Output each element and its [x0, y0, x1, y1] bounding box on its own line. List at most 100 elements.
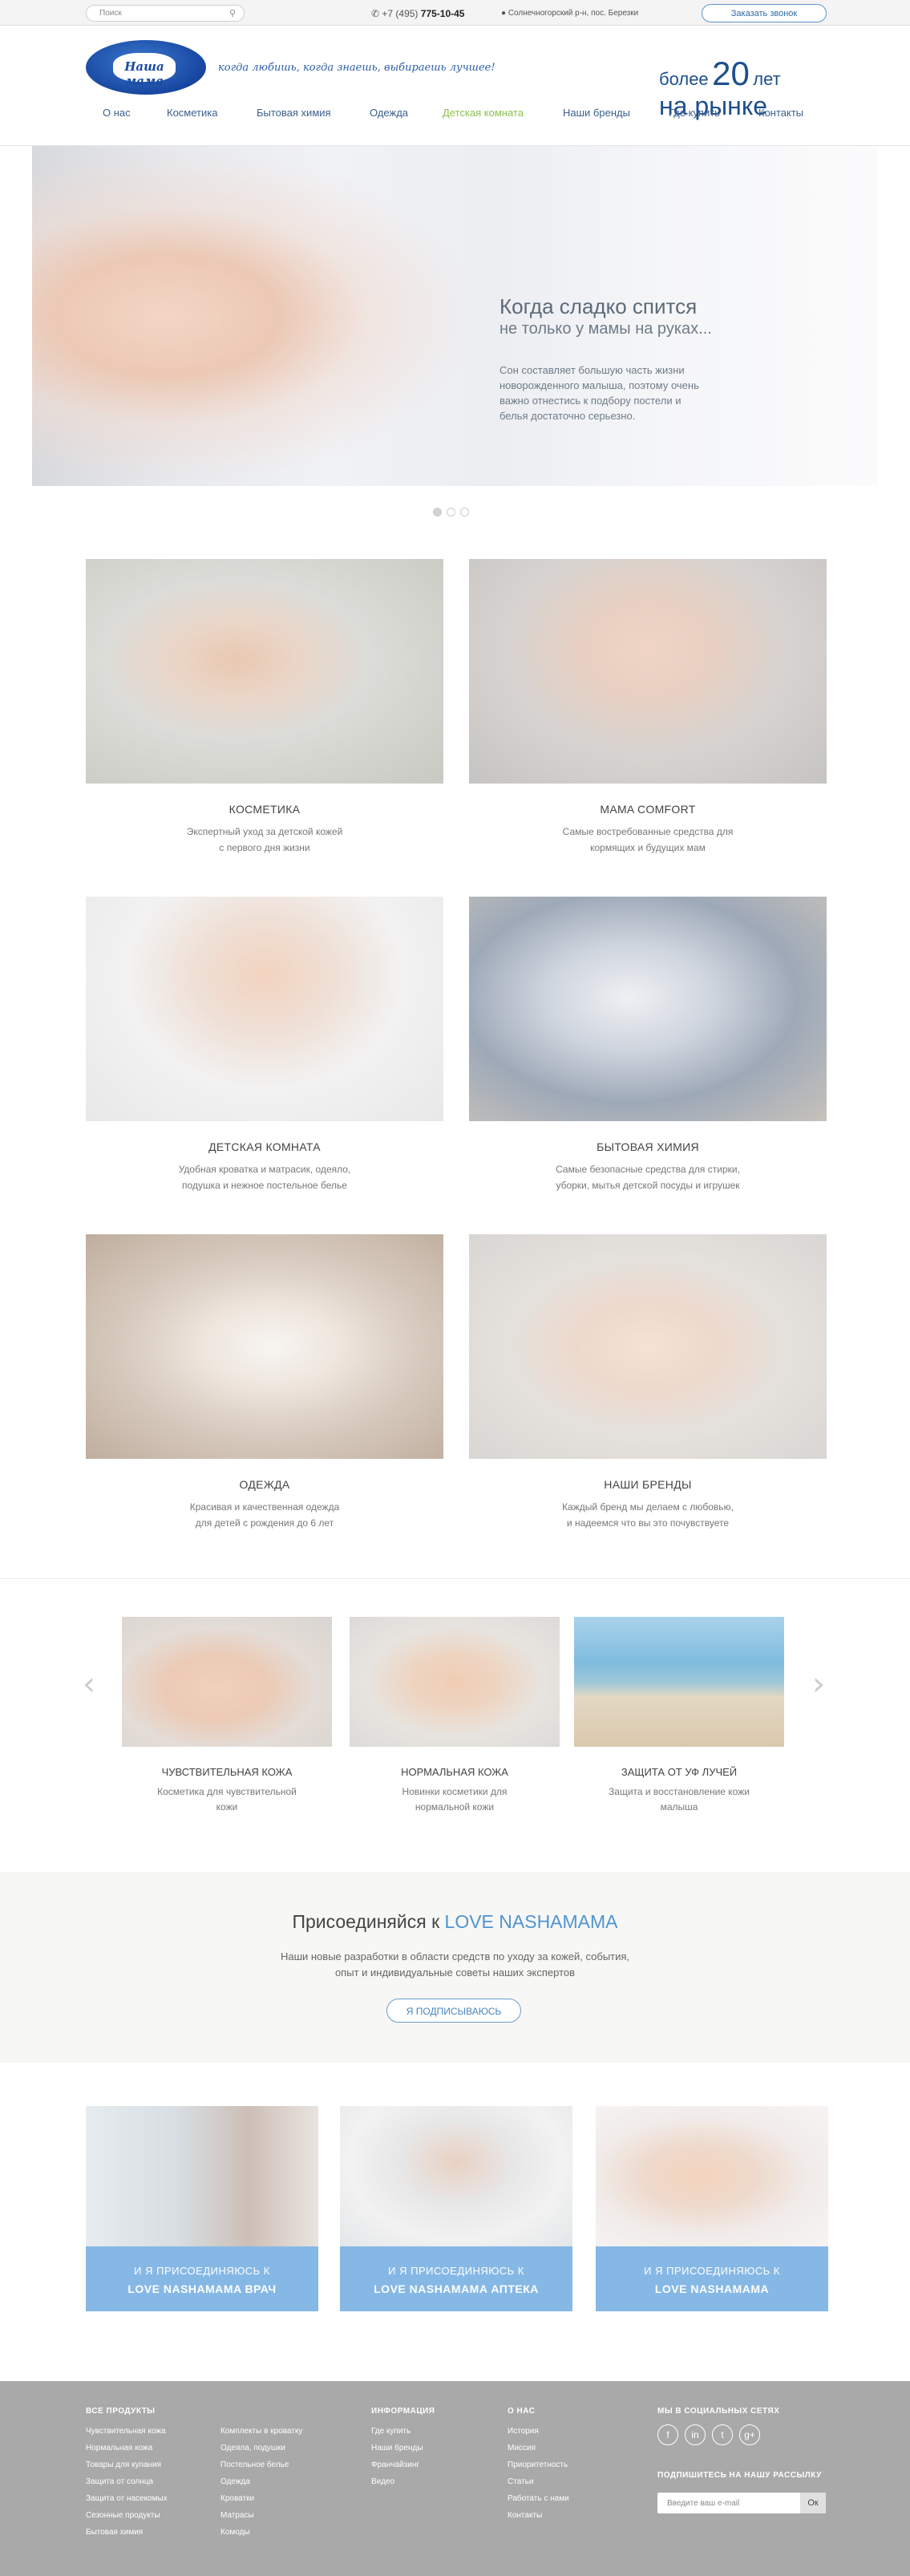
footer-link[interactable]: Контакты	[508, 2507, 569, 2524]
program-card-pharmacy[interactable]: И Я ПРИСОЕДИНЯЮСЬ К LOVE NASHAMAMA АПТЕКА	[340, 2106, 572, 2311]
category-card[interactable]: КОСМЕТИКА Экспертный уход за детской кож…	[86, 559, 443, 856]
footer-info-list: Где купить Наши бренды Франчайзинг Видео	[371, 2423, 423, 2490]
category-image	[469, 897, 827, 1121]
category-desc: Каждый бренд мы делаем с любовью, и надее…	[562, 1501, 734, 1529]
footer: ВСЕ ПРОДУКТЫ Чувствительная кожа Нормаль…	[0, 2381, 910, 2576]
join-text: Наши новые разработки в области средств …	[280, 1950, 630, 1979]
hero-banner[interactable]: Когда сладко спится не только у мамы на …	[32, 146, 877, 486]
nav-household[interactable]: Бытовая химия	[257, 107, 331, 119]
footer-subscribe-title: ПОДПИШИТЕСЬ НА НАШУ РАССЫЛКУ	[657, 2471, 822, 2480]
phone-prefix: +7 (495)	[382, 8, 421, 19]
footer-link[interactable]: Наши бренды	[371, 2440, 423, 2457]
subscribe-button[interactable]: Я ПОДПИСЫВАЮСЬ	[386, 1999, 521, 2023]
footer-link[interactable]: Комоды	[220, 2524, 302, 2541]
footer-link[interactable]: Чувствительная кожа	[86, 2423, 168, 2440]
nav-contacts[interactable]: Контакты	[758, 107, 803, 119]
category-card[interactable]: MAMA COMFORT Самые востребованные средст…	[469, 559, 827, 856]
footer-link[interactable]: Франчайзинг	[371, 2457, 423, 2473]
google-plus-icon[interactable]: g+	[739, 2424, 760, 2445]
nav-kids-room[interactable]: Детская комната	[443, 107, 524, 119]
footer-link[interactable]: Где купить	[371, 2423, 423, 2440]
footer-link[interactable]: Нормальная кожа	[86, 2440, 168, 2457]
carousel-item[interactable]: ЗАЩИТА ОТ УФ ЛУЧЕЙ Защита и восстановлен…	[574, 1617, 784, 1815]
category-desc: Красивая и качественная одежда для детей …	[189, 1501, 340, 1529]
carousel-item[interactable]: ЧУВСТВИТЕЛЬНАЯ КОЖА Косметика для чувств…	[122, 1617, 332, 1815]
years-prefix: более	[659, 69, 709, 89]
footer-products-list: Чувствительная кожа Нормальная кожа Това…	[86, 2423, 168, 2541]
phone-number: 775-10-45	[420, 8, 465, 19]
footer-link[interactable]: История	[508, 2423, 569, 2440]
carousel-image	[122, 1617, 332, 1747]
facebook-icon[interactable]: f	[657, 2424, 678, 2445]
carousel-item[interactable]: НОРМАЛЬНАЯ КОЖА Новинки косметики для но…	[350, 1617, 560, 1815]
category-card[interactable]: БЫТОВАЯ ХИМИЯ Самые безопасные средства …	[469, 897, 827, 1193]
footer-link[interactable]: Сезонные продукты	[86, 2507, 168, 2524]
footer-link[interactable]: Одежда	[220, 2473, 302, 2490]
footer-link[interactable]: Миссия	[508, 2440, 569, 2457]
slider-dot[interactable]	[447, 508, 455, 516]
carousel-next-icon[interactable]: ›	[812, 1666, 825, 1703]
category-card[interactable]: ОДЕЖДА Красивая и качественная одежда для…	[86, 1234, 443, 1531]
hero-image	[32, 146, 481, 486]
nav-brands[interactable]: Наши бренды	[563, 107, 630, 119]
footer-link[interactable]: Постельное белье	[220, 2457, 302, 2473]
hero-title: Когда сладко спится	[499, 294, 698, 318]
program-band: И Я ПРИСОЕДИНЯЮСЬ К LOVE NASHAMAMA	[596, 2246, 828, 2311]
category-card[interactable]: ДЕТСКАЯ КОМНАТА Удобная кроватка и матра…	[86, 897, 443, 1193]
footer-link[interactable]: Бытовая химия	[86, 2524, 168, 2541]
phone: ✆ +7 (495) 775-10-45	[371, 8, 464, 19]
footer-link[interactable]: Работать с нами	[508, 2490, 569, 2507]
order-call-button[interactable]: Заказать звонок	[702, 4, 827, 22]
category-title: ДЕТСКАЯ КОМНАТА	[208, 1140, 321, 1153]
footer-link[interactable]: Приоритетность	[508, 2457, 569, 2473]
carousel-text: Защита и восстановление кожи малыша	[609, 1786, 750, 1813]
carousel-text: Косметика для чувствительной кожи	[157, 1786, 297, 1813]
slider-dot[interactable]	[460, 508, 469, 516]
program-card-general[interactable]: И Я ПРИСОЕДИНЯЮСЬ К LOVE NASHAMAMA	[596, 2106, 828, 2311]
logo[interactable]: Наша мама	[86, 40, 206, 95]
address-text: Солнечногорский р-н, пос. Березки	[508, 9, 639, 18]
footer-link[interactable]: Комплекты в кроватку	[220, 2423, 302, 2440]
nav-about[interactable]: О нас	[103, 107, 131, 119]
footer-link[interactable]: Видео	[371, 2473, 423, 2490]
instagram-icon[interactable]: in	[685, 2424, 706, 2445]
address: ● Солнечногорский р-н, пос. Березки	[501, 9, 638, 18]
footer-link[interactable]: Одеяла, подушки	[220, 2440, 302, 2457]
twitter-icon[interactable]: t	[712, 2424, 733, 2445]
category-image	[86, 897, 443, 1121]
header: Наша мама когда любишь, когда знаешь, вы…	[0, 26, 910, 146]
category-title: MAMA COMFORT	[600, 803, 696, 816]
carousel-text: Новинки косметики для нормальной кожи	[402, 1786, 508, 1813]
footer-info-title: ИНФОРМАЦИЯ	[371, 2407, 435, 2416]
program-card-doctor[interactable]: И Я ПРИСОЕДИНЯЮСЬ К LOVE NASHAMAMA ВРАЧ	[86, 2106, 318, 2311]
footer-link[interactable]: Защита от солнца	[86, 2473, 168, 2490]
divider	[0, 1578, 910, 1579]
nav-where-to-buy[interactable]: Где купить	[669, 107, 720, 119]
category-title: ОДЕЖДА	[239, 1478, 290, 1491]
category-title: НАШИ БРЕНДЫ	[604, 1478, 692, 1491]
footer-link[interactable]: Кроватки	[220, 2490, 302, 2507]
footer-link[interactable]: Защита от насекомых	[86, 2490, 168, 2507]
nav-cosmetics[interactable]: Косметика	[167, 107, 217, 119]
footer-link[interactable]: Статьи	[508, 2473, 569, 2490]
category-card[interactable]: НАШИ БРЕНДЫ Каждый бренд мы делаем с люб…	[469, 1234, 827, 1531]
category-title: КОСМЕТИКА	[229, 803, 301, 816]
footer-about-title: О НАС	[508, 2407, 536, 2416]
program-image	[340, 2106, 572, 2246]
slider-dot[interactable]	[433, 508, 442, 516]
phone-icon: ✆	[371, 8, 382, 19]
footer-link[interactable]: Товары для купания	[86, 2457, 168, 2473]
subscribe-ok-button[interactable]: Ок	[800, 2493, 826, 2513]
nav-clothes[interactable]: Одежда	[370, 107, 408, 119]
carousel-prev-icon[interactable]: ‹	[83, 1666, 95, 1703]
email-field[interactable]: Введите ваш e-mail	[657, 2493, 800, 2513]
search-input[interactable]: Поиск ⚲	[86, 5, 245, 22]
footer-products-list-2: Комплекты в кроватку Одеяла, подушки Пос…	[220, 2423, 302, 2541]
search-icon[interactable]: ⚲	[229, 8, 236, 18]
footer-link[interactable]: Матрасы	[220, 2507, 302, 2524]
years-number: 20	[712, 55, 750, 92]
newsletter-form: Введите ваш e-mail Ок	[657, 2493, 826, 2513]
years-unit: лет	[753, 69, 781, 89]
footer-products-title: ВСЕ ПРОДУКТЫ	[86, 2407, 156, 2416]
carousel-image	[350, 1617, 560, 1747]
